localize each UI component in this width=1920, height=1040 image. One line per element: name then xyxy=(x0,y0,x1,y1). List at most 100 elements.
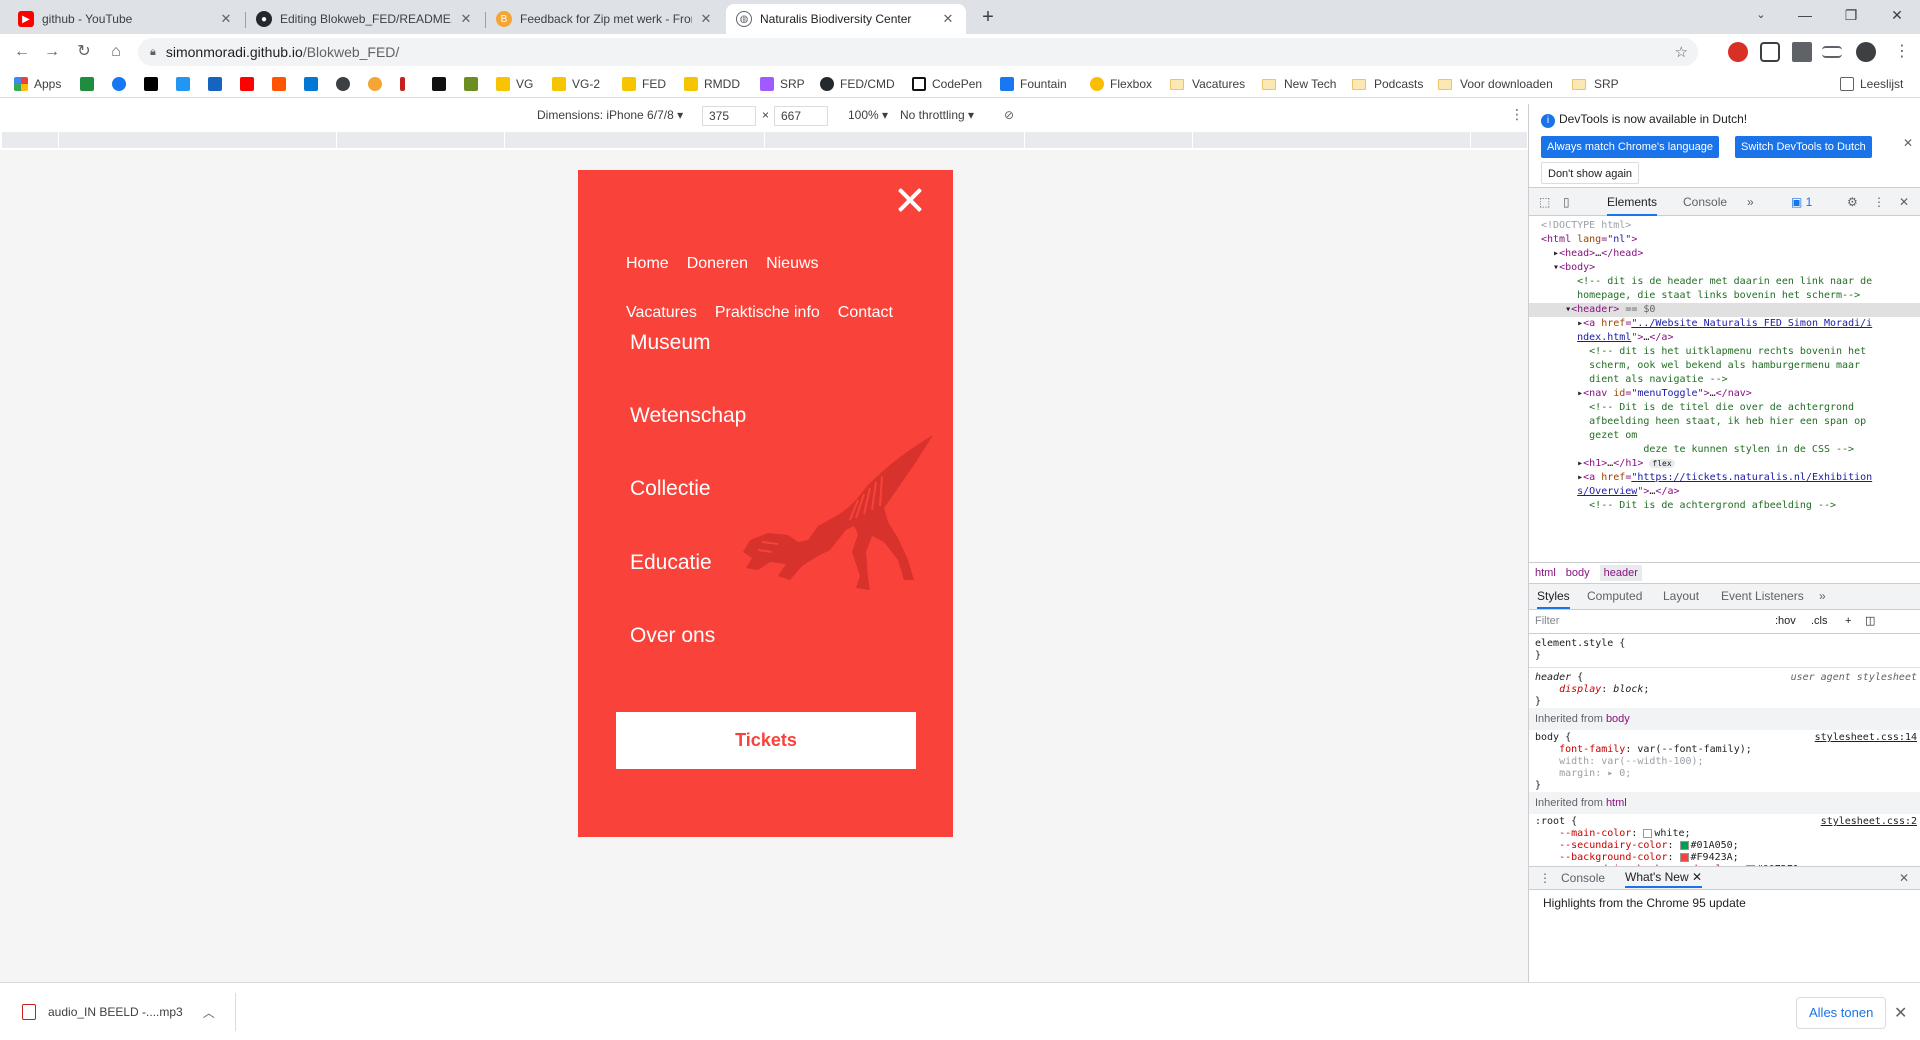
tab-search-icon[interactable]: ⌄ xyxy=(1738,0,1784,30)
maximize-button[interactable]: ❐ xyxy=(1828,0,1874,30)
new-tab-button[interactable]: + xyxy=(976,6,1000,30)
bookmark-apps[interactable]: Apps xyxy=(14,75,61,93)
settings-gear-icon[interactable]: ⚙ xyxy=(1847,195,1858,209)
bookmark-vg2[interactable]: VG-2 xyxy=(552,75,600,93)
back-icon[interactable]: ← xyxy=(10,40,34,64)
styles-filter-input[interactable]: Filter :hov .cls + ◫ xyxy=(1529,610,1920,634)
address-bar[interactable]: 🔒︎ simonmoradi.github.io/Blokweb_FED/ ☆ xyxy=(138,38,1698,66)
close-tab-icon[interactable]: ✕ xyxy=(698,11,714,27)
folder-voor-downloaden[interactable]: Voor downloaden xyxy=(1438,75,1553,93)
main-nav-wetenschap[interactable]: Wetenschap xyxy=(630,404,746,428)
height-input[interactable]: 667 xyxy=(774,106,828,126)
bookmark-fountain[interactable]: Fountain xyxy=(1000,75,1067,93)
device-more-icon[interactable]: ⋮ xyxy=(1510,106,1524,123)
main-nav-museum[interactable]: Museum xyxy=(630,331,711,355)
dont-show-again-button[interactable]: Don't show again xyxy=(1541,162,1640,184)
switch-to-dutch-button[interactable]: Switch DevTools to Dutch xyxy=(1735,136,1872,158)
minimize-button[interactable]: — xyxy=(1782,0,1828,30)
avatar[interactable] xyxy=(1856,42,1876,62)
rotate-icon[interactable]: ⊘ xyxy=(1004,108,1014,122)
nav-link-praktische-info[interactable]: Praktische info xyxy=(715,304,820,321)
issues-badge[interactable]: ▣ 1 xyxy=(1791,195,1812,209)
reading-list-icon[interactable] xyxy=(1822,46,1842,58)
bookmark-icon-11[interactable] xyxy=(400,75,411,93)
more-tabs-icon[interactable]: » xyxy=(1747,195,1754,209)
main-nav-educatie[interactable]: Educatie xyxy=(630,551,712,575)
bookmark-fed[interactable]: FED xyxy=(622,75,666,93)
width-input[interactable]: 375 xyxy=(702,106,756,126)
show-all-downloads-button[interactable]: Alles tonen xyxy=(1796,997,1887,1029)
close-tab-icon[interactable]: ✕ xyxy=(458,11,474,27)
tickets-button[interactable]: Tickets xyxy=(616,712,916,769)
subtab-styles[interactable]: Styles xyxy=(1537,589,1570,609)
tab-elements[interactable]: Elements xyxy=(1607,195,1658,216)
match-language-button[interactable]: Always match Chrome's language xyxy=(1541,136,1719,158)
home-icon[interactable]: ⌂ xyxy=(104,40,128,64)
device-toggle-icon[interactable]: ▯ xyxy=(1563,195,1570,209)
folder-new-tech[interactable]: New Tech xyxy=(1262,75,1336,93)
nav-link-vacatures[interactable]: Vacatures xyxy=(626,304,697,321)
crumb-body[interactable]: body xyxy=(1566,567,1590,579)
bookmark-icon-5[interactable] xyxy=(208,75,228,93)
tab-github[interactable]: ● Editing Blokweb_FED/README.m ✕ xyxy=(246,4,484,34)
bookmark-fedcmd[interactable]: FED/CMD xyxy=(820,75,895,93)
close-tab-icon[interactable]: ✕ xyxy=(218,11,234,27)
bookmark-icon-8[interactable] xyxy=(304,75,324,93)
elements-tree[interactable]: <!DOCTYPE html> <html lang="nl"> ▸<head>… xyxy=(1529,217,1920,562)
close-devtools-icon[interactable]: ✕ xyxy=(1899,195,1909,209)
tab-feedback[interactable]: B Feedback for Zip met werk - Fror ✕ xyxy=(486,4,724,34)
throttling-select[interactable]: No throttling ▾ xyxy=(900,108,974,122)
close-tab-icon[interactable]: ✕ xyxy=(940,11,956,27)
adblock-extension-icon[interactable] xyxy=(1728,42,1748,62)
extensions-puzzle-icon[interactable] xyxy=(1792,42,1812,62)
bookmark-icon-7[interactable] xyxy=(272,75,292,93)
bookmark-icon-9[interactable] xyxy=(336,75,356,93)
bookmark-vg[interactable]: VG xyxy=(496,75,533,93)
chrome-menu-icon[interactable]: ⋮ xyxy=(1890,40,1914,64)
bookmark-icon-6[interactable] xyxy=(240,75,260,93)
bookmark-flexbox[interactable]: Flexbox xyxy=(1090,75,1152,93)
subtab-layout[interactable]: Layout xyxy=(1663,589,1699,603)
hov-toggle[interactable]: :hov xyxy=(1775,610,1796,632)
nav-link-nieuws[interactable]: Nieuws xyxy=(766,255,818,272)
nav-link-home[interactable]: Home xyxy=(626,255,669,272)
chevron-up-icon[interactable]: ︿ xyxy=(203,1004,215,1021)
bookmark-rmdd[interactable]: RMDD xyxy=(684,75,740,93)
zoom-select[interactable]: 100% ▾ xyxy=(848,108,888,122)
more-subtabs-icon[interactable]: » xyxy=(1819,589,1826,603)
close-infobar-icon[interactable]: ✕ xyxy=(1903,136,1913,150)
bookmark-icon-4[interactable] xyxy=(176,75,196,93)
bookmark-srp[interactable]: SRP xyxy=(760,75,805,93)
close-download-bar-icon[interactable]: ✕ xyxy=(1894,1003,1907,1023)
reading-list-button[interactable]: Leeslijst xyxy=(1840,75,1903,93)
device-select[interactable]: Dimensions: iPhone 6/7/8 ▾ xyxy=(537,108,683,122)
close-drawer-icon[interactable]: ✕ xyxy=(1899,871,1909,885)
crumb-html[interactable]: html xyxy=(1535,567,1556,579)
bookmark-icon-2[interactable] xyxy=(112,75,132,93)
tab-naturalis[interactable]: ◍ Naturalis Biodiversity Center ✕ xyxy=(726,4,966,34)
bookmark-icon-10[interactable] xyxy=(368,75,388,93)
reload-icon[interactable]: ↻ xyxy=(72,40,96,64)
styles-pane[interactable]: element.style { } header {user agent sty… xyxy=(1529,634,1920,866)
cls-toggle[interactable]: .cls xyxy=(1811,610,1828,632)
bookmark-icon-1[interactable] xyxy=(80,75,100,93)
screenshot-extension-icon[interactable] xyxy=(1760,42,1780,62)
devtools-more-icon[interactable]: ⋮ xyxy=(1873,195,1885,209)
tab-console[interactable]: Console xyxy=(1683,195,1727,209)
crumb-header[interactable]: header xyxy=(1599,565,1642,581)
toggle-sidebar-icon[interactable]: ◫ xyxy=(1865,610,1875,632)
tab-youtube[interactable]: ▶ github - YouTube ✕ xyxy=(8,4,244,34)
download-item[interactable]: audio_IN BEELD -....mp3 ︿ xyxy=(14,993,236,1031)
bookmark-icon-12[interactable] xyxy=(432,75,452,93)
bookmark-icon-3[interactable] xyxy=(144,75,164,93)
bookmark-star-icon[interactable]: ☆ xyxy=(1675,43,1688,61)
nav-link-contact[interactable]: Contact xyxy=(838,304,893,321)
folder-podcasts[interactable]: Podcasts xyxy=(1352,75,1423,93)
subtab-event-listeners[interactable]: Event Listeners xyxy=(1721,589,1804,603)
media-query-ruler[interactable] xyxy=(2,132,1528,148)
drawer-tab-console[interactable]: Console xyxy=(1561,871,1605,885)
subtab-computed[interactable]: Computed xyxy=(1587,589,1642,603)
inspect-icon[interactable]: ⬚ xyxy=(1539,195,1550,209)
close-menu-icon[interactable] xyxy=(892,182,928,218)
drawer-menu-icon[interactable]: ⋮ xyxy=(1539,871,1551,885)
